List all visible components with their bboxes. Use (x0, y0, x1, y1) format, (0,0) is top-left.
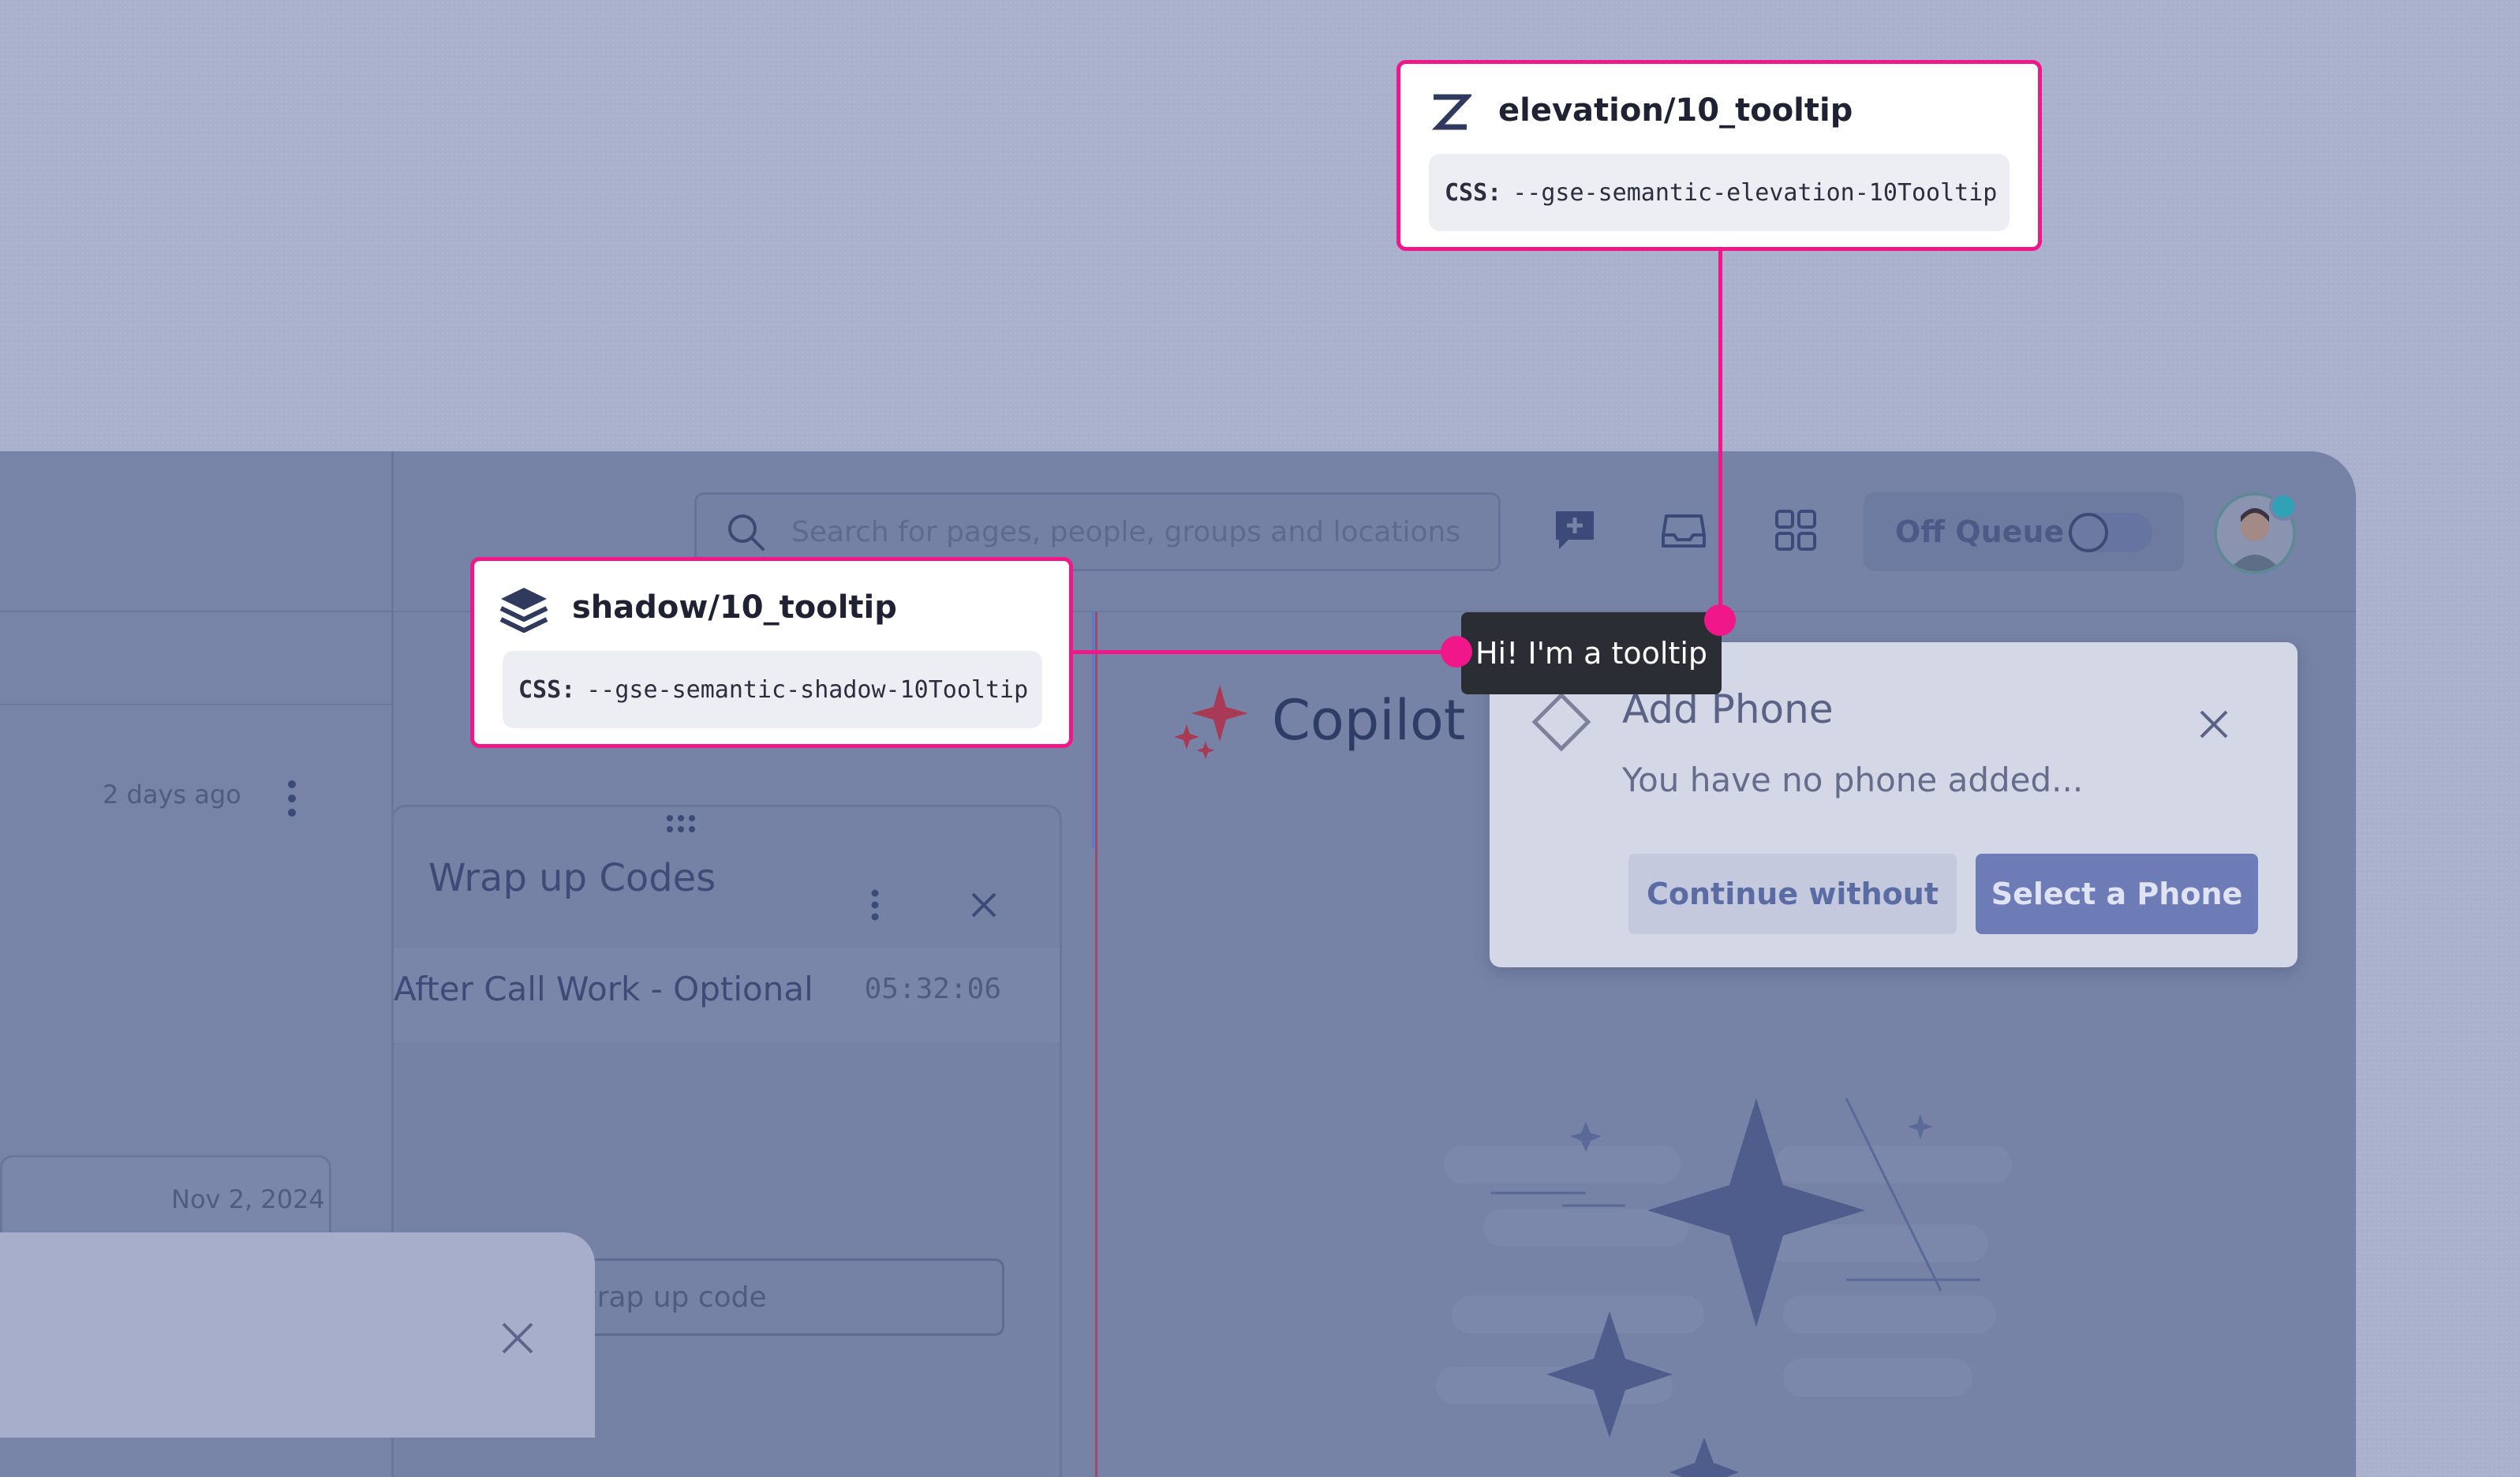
diamond-icon (1531, 692, 1591, 752)
css-label: CSS: (1445, 178, 1502, 207)
inbox-icon[interactable] (1658, 505, 1709, 555)
anchor-dot (1704, 604, 1736, 636)
queue-status-label: Off Queue (1895, 514, 2065, 549)
z-elevation-icon (1431, 94, 1471, 130)
css-label: CSS: (518, 675, 576, 704)
toggle-switch[interactable] (2069, 513, 2152, 552)
shadow-annotation-card: shadow/10_tooltip CSS: --gse-semantic-sh… (470, 557, 1073, 748)
list-item-timestamp: 2 days ago (103, 780, 241, 810)
divider (0, 611, 391, 612)
tooltip: Hi! I'm a tooltip (1461, 612, 1722, 694)
close-icon[interactable] (499, 1319, 537, 1357)
drag-handle-icon[interactable] (665, 813, 697, 836)
wrap-up-code-label: After Call Work - Optional (394, 970, 813, 1008)
card-date: Nov 2, 2024 (171, 1184, 325, 1214)
continue-without-button[interactable]: Continue without (1628, 854, 1957, 934)
connector-line (1073, 650, 1460, 654)
dialog-message: You have no phone added... (1622, 761, 2084, 799)
more-options-icon[interactable] (870, 889, 880, 921)
apps-grid-icon[interactable] (1770, 505, 1821, 555)
connector-line (1718, 251, 1722, 622)
search-icon (728, 514, 765, 551)
divider (1092, 612, 1094, 849)
annotation-title: shadow/10_tooltip (572, 589, 897, 626)
anchor-dot (1441, 636, 1472, 667)
css-value: --gse-semantic-shadow-10Tooltip (586, 675, 1029, 704)
copilot-title: Copilot (1272, 688, 1466, 753)
css-value: --gse-semantic-elevation-10Tooltip (1512, 178, 1998, 207)
elevation-annotation-card: elevation/10_tooltip CSS: --gse-semantic… (1396, 60, 2042, 251)
layers-icon (499, 588, 548, 633)
sparkle-icon (1174, 685, 1248, 759)
wrap-up-title: Wrap up Codes (428, 856, 716, 900)
divider (1095, 612, 1097, 1477)
annotation-title: elevation/10_tooltip (1498, 92, 1853, 129)
more-options-icon[interactable] (287, 780, 297, 817)
css-token: CSS: --gse-semantic-shadow-10Tooltip (503, 651, 1042, 728)
close-icon[interactable] (968, 889, 1000, 921)
css-token: CSS: --gse-semantic-elevation-10Tooltip (1429, 154, 2010, 231)
toggle-knob (2069, 513, 2108, 552)
queue-status-toggle[interactable]: Off Queue (1864, 492, 2184, 571)
divider (0, 704, 391, 705)
tooltip-text: Hi! I'm a tooltip (1475, 636, 1708, 671)
copilot-illustration (1436, 1098, 2012, 1477)
add-chat-icon[interactable] (1550, 505, 1600, 555)
bottom-sheet (0, 1232, 595, 1438)
wrap-up-code-row[interactable]: After Call Work - Optional 05:32:06 (394, 948, 1060, 1042)
close-icon[interactable] (2197, 707, 2231, 742)
wrap-up-timer: 05:32:06 (864, 973, 1001, 1005)
search-placeholder: Search for pages, people, groups and loc… (791, 515, 1461, 548)
presence-indicator (2269, 492, 2298, 521)
select-phone-button[interactable]: Select a Phone (1976, 854, 2258, 934)
